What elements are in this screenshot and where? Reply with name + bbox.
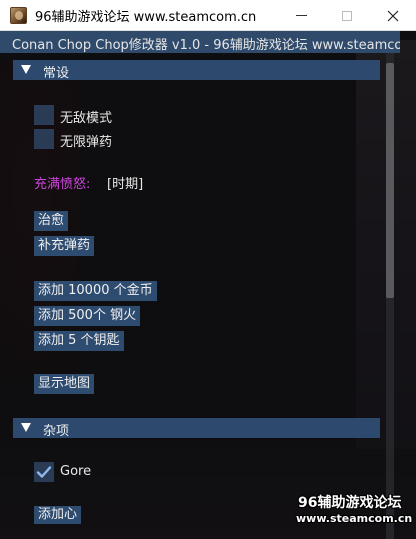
heal-button[interactable]: 治愈 [34, 211, 69, 231]
maximize-button[interactable] [324, 0, 370, 31]
scrollbar-thumb[interactable] [386, 63, 394, 298]
full-rage-label: 充满愤怒: [34, 177, 91, 192]
trainer-window: 96辅助游戏论坛 www.steamcom.cn Conan Chop Chop… [0, 0, 416, 539]
watermark-title: 96辅助游戏论坛 [298, 495, 402, 511]
godmode-label: 无敌模式 [60, 111, 113, 126]
infinite-ammo-checkbox[interactable] [34, 129, 54, 149]
section-misc-label: 杂项 [43, 424, 70, 439]
minimize-icon [295, 15, 307, 16]
add-heart-button[interactable]: 添加心 [34, 506, 82, 524]
gore-label: Gore [60, 464, 92, 479]
trainer-panel: Conan Chop Chop修改器 v1.0 - 96辅助游戏论坛 www.s… [0, 31, 416, 539]
collapse-arrow-icon [21, 65, 31, 74]
add-keys-button[interactable]: 添加 5 个钥匙 [34, 331, 124, 351]
app-icon [10, 7, 27, 24]
full-rage-hotkey[interactable]: [时期] [107, 173, 143, 192]
close-icon [387, 10, 399, 21]
add-gold-button[interactable]: 添加 10000 个金币 [34, 281, 157, 301]
trainer-header-text: Conan Chop Chop修改器 v1.0 - 96辅助游戏论坛 www.s… [12, 38, 400, 53]
minimize-button[interactable] [278, 0, 324, 31]
checkmark-icon [36, 466, 52, 478]
collapse-arrow-icon [21, 423, 31, 432]
maximize-icon [342, 10, 352, 21]
section-general-header[interactable]: 常设 [13, 60, 380, 81]
trainer-header: Conan Chop Chop修改器 v1.0 - 96辅助游戏论坛 www.s… [0, 31, 400, 53]
close-button[interactable] [370, 0, 416, 31]
refill-ammo-button[interactable]: 补充弹药 [34, 236, 95, 256]
gore-checkbox[interactable] [34, 462, 54, 482]
godmode-checkbox[interactable] [34, 105, 54, 125]
title-bar[interactable]: 96辅助游戏论坛 www.steamcom.cn [0, 0, 416, 31]
add-steel-button[interactable]: 添加 500个 钢火 [34, 306, 141, 326]
watermark-url: www.steamcom.cn [296, 512, 413, 525]
show-map-button[interactable]: 显示地图 [34, 374, 95, 394]
infinite-ammo-label: 无限弹药 [60, 135, 113, 150]
window-title: 96辅助游戏论坛 www.steamcom.cn [35, 10, 257, 25]
section-general-label: 常设 [43, 66, 70, 81]
section-misc-header[interactable]: 杂项 [13, 418, 380, 439]
